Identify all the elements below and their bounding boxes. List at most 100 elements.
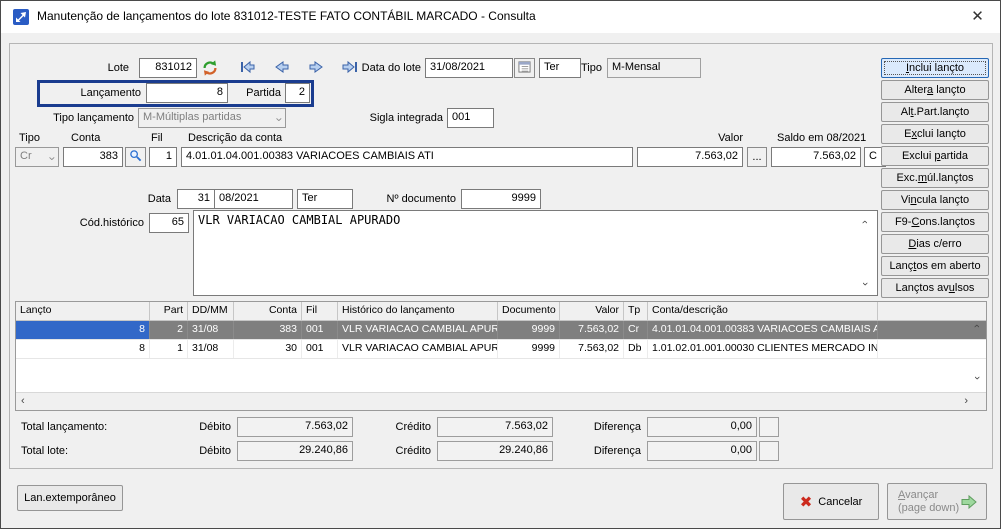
diferenca-label: Diferença — [586, 420, 641, 434]
grid-cell-historico[interactable]: VLR VARIACAO CAMBIAL APURADO — [338, 340, 498, 358]
exclui-lancto-button[interactable]: Exclui lançto — [881, 124, 989, 144]
cancelar-button[interactable]: ✖ Cancelar — [783, 483, 879, 520]
avancar-button[interactable]: Avançar (page down) — [887, 483, 987, 520]
grid-cell-conta[interactable]: 30 — [234, 340, 302, 358]
lan-extemporaneo-button[interactable]: Lan.extemporâneo — [17, 485, 123, 511]
grid-cell-tp[interactable]: Cr — [624, 321, 648, 339]
alt-part-lancto-button[interactable]: Alt.Part.lançto — [881, 102, 989, 122]
documento-field[interactable]: 9999 — [461, 189, 541, 209]
grid-scroll-up-icon[interactable]: › — [972, 324, 982, 328]
data-do-lote-field[interactable]: 31/08/2021 — [425, 58, 513, 78]
grid-column-header[interactable]: Part — [150, 302, 188, 320]
tipo-lote-field: M-Mensal — [607, 58, 701, 78]
refresh-icon[interactable] — [201, 59, 219, 77]
lote-label: Lote — [69, 61, 129, 75]
grid-cell-fil[interactable]: 001 — [302, 340, 338, 358]
historico-textarea[interactable]: VLR VARIACAO CAMBIAL APURADO — [193, 210, 878, 296]
exclui-partida-button[interactable]: Exclui partida — [881, 146, 989, 166]
grid-column-header[interactable]: Conta/descrição — [648, 302, 878, 320]
grid-cell-documento[interactable]: 9999 — [498, 321, 560, 339]
grid-cell-part[interactable]: 2 — [150, 321, 188, 339]
grid-cell-valor[interactable]: 7.563,02 — [560, 321, 624, 339]
grid-cell-conta_descricao[interactable]: 1.01.02.01.001.00030 CLIENTES MERCADO IN… — [648, 340, 878, 358]
debito-label: Débito — [191, 420, 231, 434]
sigla-integrada-field[interactable]: 001 — [447, 108, 494, 128]
scroll-left-icon[interactable]: ‹ — [21, 396, 25, 406]
search-icon[interactable] — [125, 147, 146, 167]
data-dia-field[interactable]: 31 — [177, 189, 215, 209]
scroll-down-icon[interactable]: › — [860, 282, 870, 286]
lancamento-field[interactable]: 8 — [146, 83, 228, 103]
conta-field[interactable]: 383 — [63, 147, 123, 167]
tipo-lancamento-combo: M-Múltiplas partidas › — [138, 108, 286, 128]
dias-c-erro-button[interactable]: Dias c/erro — [881, 234, 989, 254]
vincula-lancto-button[interactable]: Vincula lançto — [881, 190, 989, 210]
descricao-conta-field[interactable]: 4.01.01.04.001.00383 VARIACOES CAMBIAIS … — [181, 147, 633, 167]
grid-cell-lancto[interactable]: 8 — [16, 340, 150, 358]
exc-mul-lanctos-button[interactable]: Exc.múl.lançtos — [881, 168, 989, 188]
chevron-down-icon: › — [271, 118, 287, 122]
inclui-lancto-button[interactable]: Inclui lançto — [881, 58, 989, 78]
data-mes-field[interactable]: 08/2021 — [214, 189, 293, 209]
diferenca-flag-box — [759, 417, 779, 437]
total-lancamento-debito: 7.563,02 — [237, 417, 353, 437]
grid-cell-historico[interactable]: VLR VARIACAO CAMBIAL APURADO — [338, 321, 498, 339]
table-row[interactable]: 8131/0830001VLR VARIACAO CAMBIAL APURADO… — [16, 340, 986, 359]
grid-cell-ddmm[interactable]: 31/08 — [188, 340, 234, 358]
grid-cell-lancto[interactable]: 8 — [16, 321, 150, 339]
grid-cell-conta_descricao[interactable]: 4.01.01.04.001.00383 VARIACOES CAMBIAIS … — [648, 321, 878, 339]
grid-scroll-down-icon[interactable]: › — [972, 376, 982, 380]
grid-column-header[interactable]: DD/MM — [188, 302, 234, 320]
forward-arrow-icon — [960, 494, 978, 510]
grid-column-header[interactable]: Valor — [560, 302, 624, 320]
conta-tipo-combo: Cr › — [15, 147, 59, 167]
previous-record-icon[interactable] — [273, 59, 291, 77]
first-record-icon[interactable] — [239, 59, 257, 77]
cancelar-label: Cancelar — [818, 496, 862, 508]
grid-cell-conta[interactable]: 383 — [234, 321, 302, 339]
table-row[interactable]: 8231/08383001VLR VARIACAO CAMBIAL APURAD… — [16, 321, 986, 340]
grid-cell-valor[interactable]: 7.563,02 — [560, 340, 624, 358]
grid-cell-fil[interactable]: 001 — [302, 321, 338, 339]
f9-cons-lanctos-button[interactable]: F9-Cons.lançtos — [881, 212, 989, 232]
partida-field[interactable]: 2 — [285, 83, 310, 103]
valor-field[interactable]: 7.563,02 — [637, 147, 743, 167]
conta-label: Conta — [71, 131, 100, 145]
lanctos-em-aberto-button[interactable]: Lançtos em aberto — [881, 256, 989, 276]
saldo-label: Saldo em 08/2021 — [777, 131, 861, 145]
more-options-icon[interactable]: ... — [747, 147, 767, 167]
cod-historico-field[interactable]: 65 — [149, 213, 189, 233]
grid-cell-part[interactable]: 1 — [150, 340, 188, 358]
avancar-label: vançar — [905, 489, 938, 501]
grid-body: 8231/08383001VLR VARIACAO CAMBIAL APURAD… — [16, 321, 986, 359]
altera-lancto-button[interactable]: Altera lançto — [881, 80, 989, 100]
grid-cell-tp[interactable]: Db — [624, 340, 648, 358]
side-button-column: Inclui lançtoAltera lançtoAlt.Part.lançt… — [881, 58, 989, 298]
lanctos-avulsos-button[interactable]: Lançtos avulsos — [881, 278, 989, 298]
scroll-right-icon[interactable]: › — [964, 396, 968, 406]
app-icon — [13, 9, 29, 25]
diferenca-flag-box — [759, 441, 779, 461]
fil-field[interactable]: 1 — [149, 147, 177, 167]
total-lote-diferenca: 0,00 — [647, 441, 757, 461]
grid-column-header[interactable]: Histórico do lançamento — [338, 302, 498, 320]
grid-cell-documento[interactable]: 9999 — [498, 340, 560, 358]
calendar-icon[interactable] — [514, 58, 535, 78]
grid-column-header[interactable]: Conta — [234, 302, 302, 320]
cancel-x-icon: ✖ — [800, 494, 813, 511]
lote-field[interactable]: 831012 — [139, 58, 197, 78]
descricao-conta-label: Descrição da conta — [188, 131, 282, 145]
grid-column-header[interactable]: Tp — [624, 302, 648, 320]
documento-label: Nº documento — [386, 192, 456, 206]
grid-column-header[interactable]: Fil — [302, 302, 338, 320]
grid-column-header[interactable]: Lançto — [16, 302, 150, 320]
diferenca-label: Diferença — [586, 444, 641, 458]
scroll-up-icon[interactable]: › — [860, 220, 870, 224]
close-icon[interactable]: ✕ — [955, 1, 1000, 33]
horizontal-scrollbar[interactable]: ‹ › — [16, 392, 986, 410]
grid-cell-ddmm[interactable]: 31/08 — [188, 321, 234, 339]
next-record-icon[interactable] — [307, 59, 325, 77]
grid-column-header[interactable]: Documento — [498, 302, 560, 320]
debito-label: Débito — [191, 444, 231, 458]
sigla-integrada-label: Sigla integrada — [364, 111, 443, 125]
